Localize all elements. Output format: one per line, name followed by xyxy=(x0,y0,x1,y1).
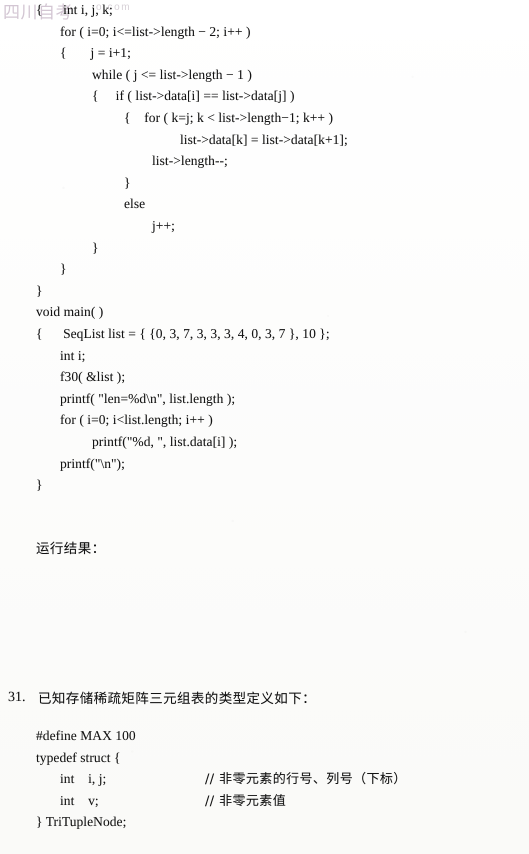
code-line: { j = i+1; xyxy=(60,45,131,61)
result-label: 运行结果： xyxy=(36,541,106,557)
code-line: { int i, j, k; xyxy=(36,2,113,17)
question-31-prompt: 已知存储稀疏矩阵三元组表的类型定义如下： xyxy=(38,691,316,707)
code-line: printf( "len=%d\n", list.length ); xyxy=(60,390,236,406)
code-comment: // 非零元素值 xyxy=(205,793,287,809)
code-line: while ( j <= list->length − 1 ) xyxy=(92,66,252,82)
code-line: else xyxy=(124,196,146,212)
code-line: } xyxy=(92,239,99,255)
code-line: printf("%d, ", list.data[i] ); xyxy=(92,434,238,449)
code-line: { if ( list->data[i] == list->data[j] ) xyxy=(92,88,295,104)
code-line: } xyxy=(36,282,43,298)
code-line: } xyxy=(36,477,43,493)
code-line: int i; xyxy=(60,347,86,363)
code-line: #define MAX 100 xyxy=(36,728,136,743)
code-line: for ( i=0; i<=list->length − 2; i++ ) xyxy=(60,23,251,39)
code-line: list->length--; xyxy=(152,153,228,169)
code-line: typedef struct { xyxy=(36,749,121,765)
code-line: f30( &list ); xyxy=(60,369,126,385)
scanned-page: 四川自考 o.com { int i, j, k; for ( i=0; i<=l… xyxy=(0,0,529,854)
code-line: int v; xyxy=(60,792,99,808)
code-line: printf("\n"); xyxy=(60,455,125,471)
code-line: } xyxy=(124,174,131,190)
code-line: { for ( k=j; k < list->length−1; k++ ) xyxy=(124,110,334,125)
code-line: for ( i=0; i<list.length; i++ ) xyxy=(60,412,213,428)
question-31-number: 31. xyxy=(8,690,26,705)
code-line: int i, j; xyxy=(60,771,107,786)
code-line: void main( ) xyxy=(36,304,104,320)
code-line: list->data[k] = list->data[k+1]; xyxy=(180,131,348,147)
code-comment: // 非零元素的行号、列号（下标） xyxy=(205,772,407,787)
code-line: } TriTupleNode; xyxy=(36,814,127,829)
code-line: } xyxy=(60,261,67,277)
code-line: j++; xyxy=(152,218,175,233)
code-line: { SeqList list = { {0, 3, 7, 3, 3, 3, 4,… xyxy=(36,326,330,341)
